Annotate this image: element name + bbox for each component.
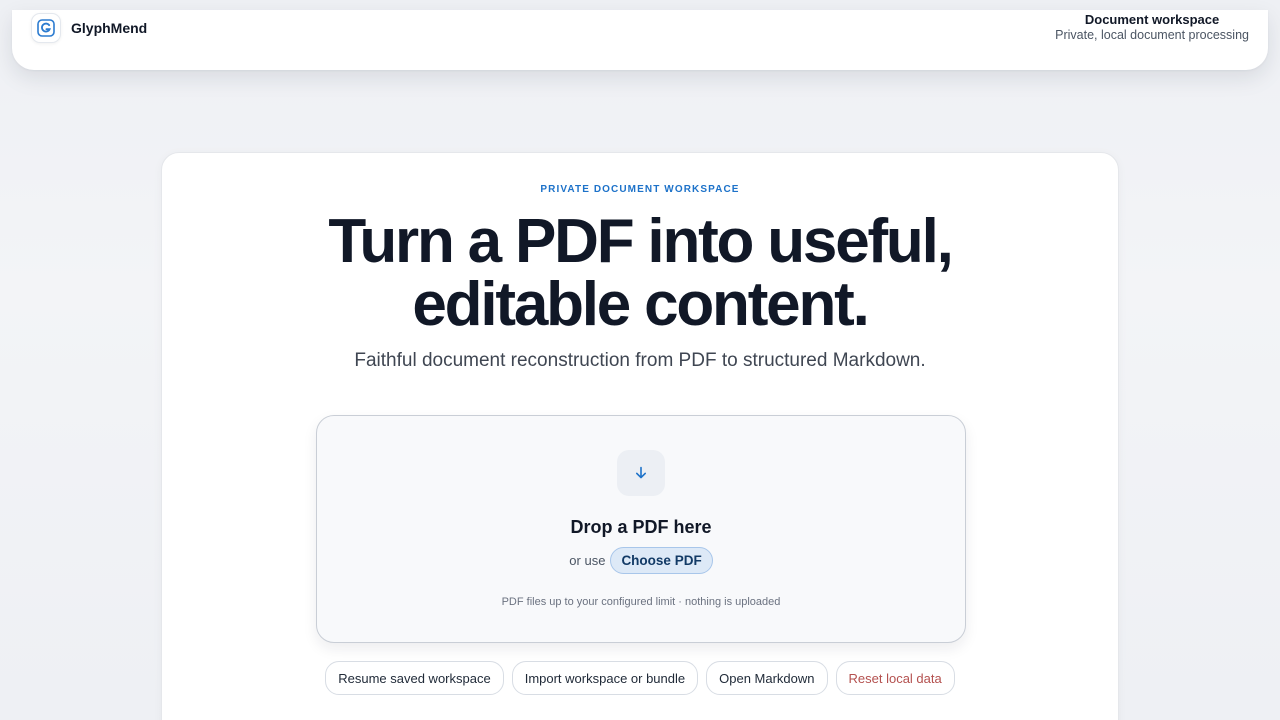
reset-local-data-button[interactable]: Reset local data <box>835 661 955 695</box>
open-markdown-button[interactable]: Open Markdown <box>706 661 828 695</box>
headline-line-1: Turn a PDF into useful, <box>328 207 954 276</box>
secondary-actions: Resume saved workspace Import workspace … <box>162 661 1118 695</box>
import-workspace-button[interactable]: Import workspace or bundle <box>511 661 699 695</box>
subheadline: Faithful document reconstruction from PD… <box>354 350 926 371</box>
workspace-title: Document workspace <box>1084 12 1220 27</box>
pdf-dropzone[interactable]: Drop a PDF here or use Choose PDF PDF fi… <box>316 415 966 643</box>
resume-workspace-button[interactable]: Resume saved workspace <box>325 661 504 695</box>
dropzone-title: Drop a PDF here <box>570 517 712 537</box>
or-use-text: or use <box>569 553 606 568</box>
dropzone-note: PDF files up to your configured limit · … <box>501 596 781 608</box>
eyebrow-label: PRIVATE DOCUMENT WORKSPACE <box>540 184 740 195</box>
dropzone-choose-row: or use Choose PDF <box>317 547 965 574</box>
app-name: GlyphMend <box>71 20 148 36</box>
top-bar: GlyphMend Document workspace Private, lo… <box>12 10 1268 70</box>
headline-line-2: editable content. <box>412 270 869 339</box>
workspace-info: Document workspace Private, local docume… <box>1055 12 1249 43</box>
arrow-down-icon <box>617 450 665 496</box>
brand[interactable]: GlyphMend <box>31 13 147 43</box>
main-card: PRIVATE DOCUMENT WORKSPACE Turn a PDF in… <box>161 152 1119 720</box>
choose-pdf-button[interactable]: Choose PDF <box>610 547 713 574</box>
glyph-g-icon <box>31 13 61 43</box>
workspace-subtitle: Private, local document processing <box>1055 28 1249 42</box>
page-title: Turn a PDF into useful, editable content… <box>162 210 1118 336</box>
